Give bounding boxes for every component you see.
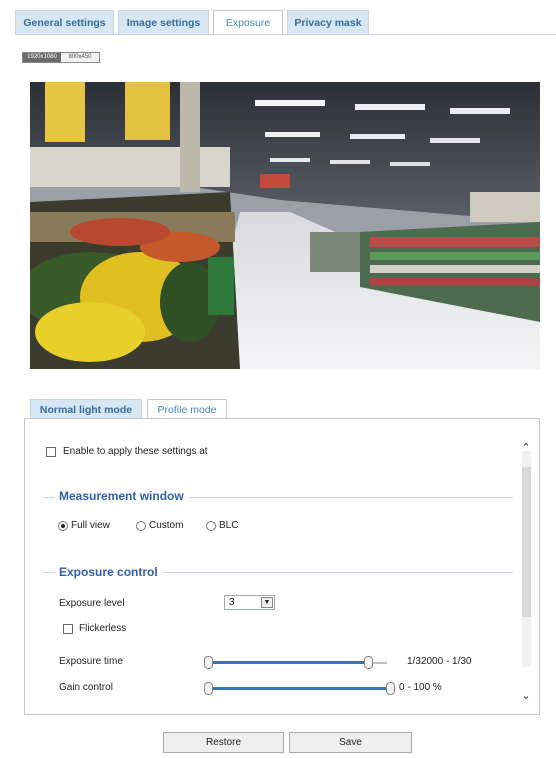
radio-full-view[interactable] <box>58 521 68 531</box>
measurement-window-title: Measurement window <box>55 489 188 503</box>
exposure-time-track[interactable] <box>208 661 369 664</box>
tab-normal-light-mode[interactable]: Normal light mode <box>30 399 142 419</box>
stream-toggle-left[interactable]: 1920x1080 <box>23 53 61 62</box>
scroll-thumb[interactable] <box>522 467 531 617</box>
tab-image-settings[interactable]: Image settings <box>118 10 209 34</box>
gain-control-label: Gain control <box>59 682 113 693</box>
exposure-level-select[interactable]: 3 ▼ <box>224 595 275 610</box>
stream-toggle-right[interactable]: 800x450 <box>61 53 99 62</box>
exposure-settings-panel: Enable to apply these settings at Measur… <box>24 418 540 715</box>
exposure-time-range: 1/32000 - 1/30 <box>407 656 472 667</box>
tab-divider <box>15 34 556 35</box>
exposure-time-max-handle[interactable] <box>364 656 373 669</box>
exposure-time-label: Exposure time <box>59 656 123 667</box>
radio-custom[interactable] <box>136 521 146 531</box>
gain-min-handle[interactable] <box>204 682 213 695</box>
tab-general-settings[interactable]: General settings <box>15 10 114 34</box>
radio-blc[interactable] <box>206 521 216 531</box>
tab-profile-mode[interactable]: Profile mode <box>147 399 227 419</box>
flickerless-checkbox[interactable] <box>63 624 73 634</box>
exposure-level-value: 3 <box>229 597 235 608</box>
camera-image <box>30 82 540 369</box>
full-view-label: Full view <box>71 520 110 531</box>
tab-privacy-mask[interactable]: Privacy mask <box>287 10 369 34</box>
tab-exposure[interactable]: Exposure <box>213 10 283 36</box>
blc-label: BLC <box>219 520 239 531</box>
flickerless-label: Flickerless <box>79 623 127 634</box>
exposure-control-title: Exposure control <box>55 565 162 579</box>
scroll-down-icon[interactable]: ⌄ <box>519 689 533 703</box>
enable-settings-label: Enable to apply these settings at <box>63 446 208 457</box>
exposure-level-label: Exposure level <box>59 598 125 609</box>
camera-live-view <box>30 82 540 369</box>
gain-control-track[interactable] <box>208 687 391 690</box>
gain-control-range: 0 - 100 % <box>399 682 442 693</box>
save-button[interactable]: Save <box>289 732 412 753</box>
chevron-down-icon: ▼ <box>261 597 273 608</box>
enable-settings-checkbox[interactable] <box>46 447 56 457</box>
custom-label: Custom <box>149 520 184 531</box>
restore-button[interactable]: Restore <box>163 732 284 753</box>
exposure-time-min-handle[interactable] <box>204 656 213 669</box>
panel-scrollbar[interactable]: ⌃ ⌄ <box>519 429 533 707</box>
gain-max-handle[interactable] <box>386 682 395 695</box>
stream-toggle[interactable]: 1920x1080 800x450 <box>22 52 100 63</box>
